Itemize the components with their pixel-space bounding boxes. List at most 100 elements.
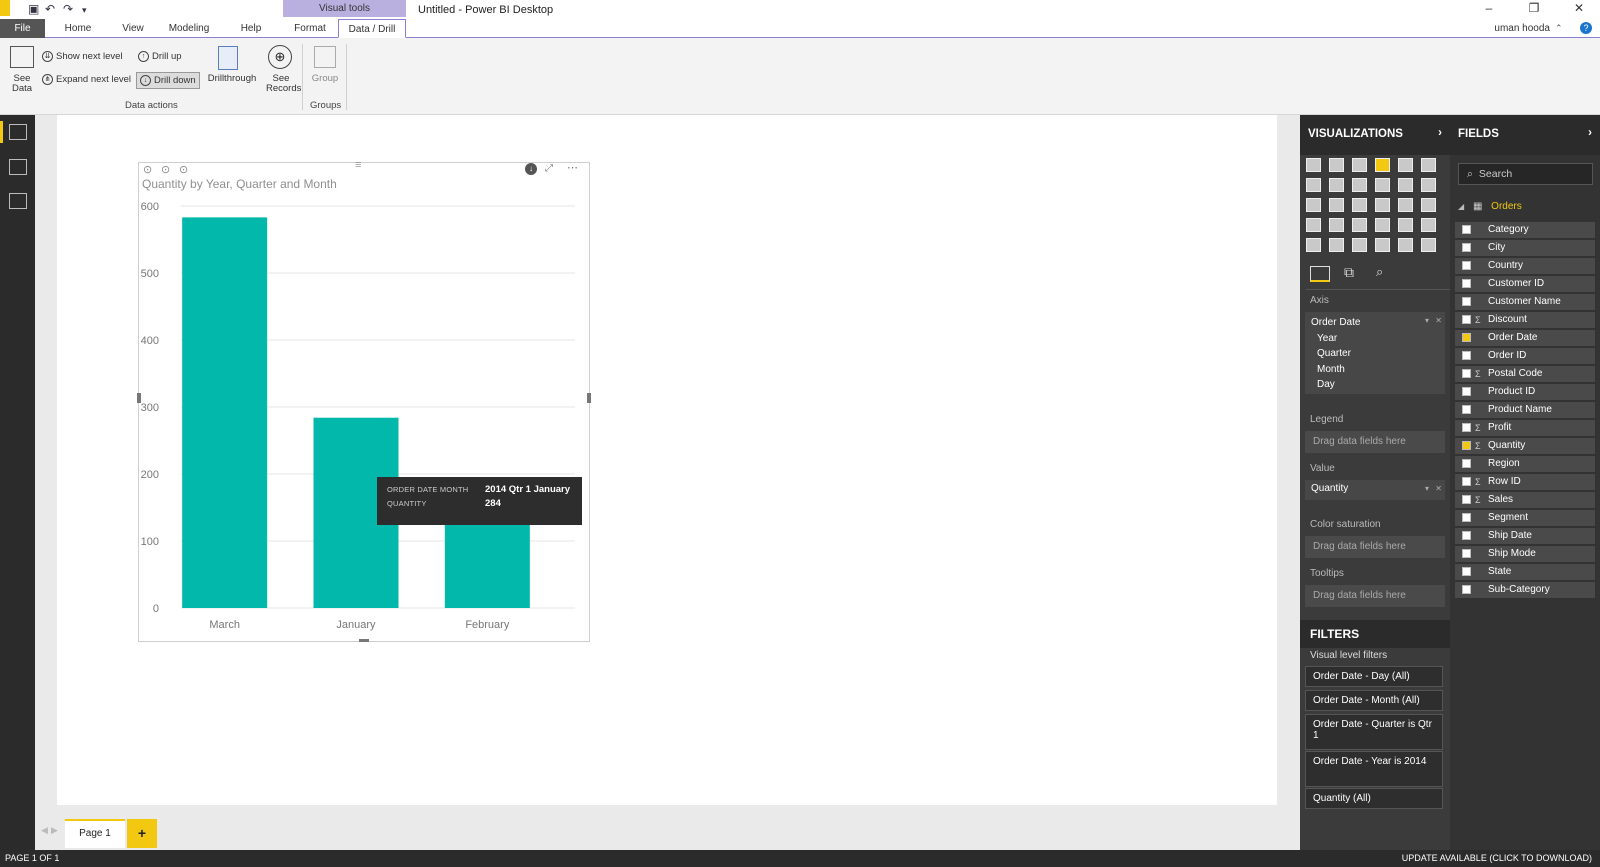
user-name[interactable]: uman hooda	[1494, 23, 1550, 34]
field-checkbox[interactable]	[1462, 549, 1471, 558]
resize-handle-left[interactable]	[137, 393, 141, 403]
see-records-button[interactable]: See Records	[266, 74, 301, 94]
column-chart-visual[interactable]: ⊙ ⊙ ⊙ ≡ ↓ ⤢ ⋯ Quantity by Year, Quarter …	[137, 159, 591, 642]
tab-modeling[interactable]: Modeling	[164, 19, 214, 38]
visual-type-icon[interactable]	[1421, 238, 1436, 252]
axis-sub-year[interactable]: Year	[1317, 333, 1337, 344]
help-icon[interactable]: ?	[1580, 22, 1592, 34]
resize-handle-bottom[interactable]	[359, 639, 369, 642]
legend-drop-zone[interactable]: Drag data fields here	[1305, 431, 1445, 453]
field-checkbox[interactable]	[1462, 243, 1471, 252]
close-icon[interactable]: ✕	[1568, 1, 1590, 15]
visual-type-icon[interactable]	[1329, 218, 1344, 232]
field-checkbox[interactable]	[1462, 567, 1471, 576]
axis-sub-month[interactable]: Month	[1317, 364, 1345, 375]
bar-march[interactable]	[182, 217, 268, 608]
axis-well[interactable]: Order Date ▾ ✕ Year Quarter Month Day	[1305, 312, 1445, 394]
field-item[interactable]: Σ Postal Code	[1455, 366, 1595, 382]
drill-mode-icon[interactable]: ↓	[525, 163, 537, 175]
dropdown-icon[interactable]: ▾	[1425, 316, 1429, 325]
tab-home[interactable]: Home	[60, 19, 96, 38]
visual-type-icon[interactable]	[1375, 218, 1390, 232]
field-item[interactable]: Region	[1455, 456, 1595, 472]
field-item[interactable]: Σ Row ID	[1455, 474, 1595, 490]
dropdown-icon[interactable]: ▾	[1425, 484, 1429, 493]
visual-type-icon[interactable]	[1306, 158, 1321, 172]
group-button[interactable]: Group	[310, 74, 340, 84]
analytics-magnifier-icon[interactable]: ⌕	[1376, 264, 1383, 280]
visual-type-icon[interactable]	[1352, 218, 1367, 232]
visual-type-icon[interactable]	[1306, 198, 1321, 212]
visual-type-icon[interactable]	[1375, 238, 1390, 252]
color-saturation-drop-zone[interactable]: Drag data fields here	[1305, 536, 1445, 558]
filter-order-date-quarter[interactable]: Order Date - Quarter is Qtr 1	[1305, 714, 1443, 750]
collapse-ribbon-icon[interactable]: ⌃	[1555, 23, 1563, 34]
field-checkbox[interactable]	[1462, 459, 1471, 468]
drill-up-button[interactable]: ↑ Drill up	[138, 51, 182, 62]
visual-type-icon[interactable]	[1375, 158, 1390, 172]
restore-icon[interactable]: ❐	[1523, 1, 1545, 15]
visual-type-icon[interactable]	[1375, 178, 1390, 192]
minimize-icon[interactable]: –	[1478, 1, 1500, 15]
drillthrough-button[interactable]: Drillthrough	[204, 74, 260, 84]
visual-type-icon[interactable]	[1352, 178, 1367, 192]
collapse-fields-icon[interactable]: ›	[1588, 127, 1592, 139]
field-item[interactable]: Ship Mode	[1455, 546, 1595, 562]
field-item[interactable]: Σ Profit	[1455, 420, 1595, 436]
field-item[interactable]: Ship Date	[1455, 528, 1595, 544]
visual-type-icon[interactable]	[1398, 158, 1413, 172]
collapse-visualizations-icon[interactable]: ›	[1438, 127, 1442, 139]
field-checkbox[interactable]	[1462, 423, 1471, 432]
tab-help[interactable]: Help	[234, 19, 268, 38]
visual-type-icon[interactable]	[1421, 158, 1436, 172]
field-checkbox[interactable]	[1462, 513, 1471, 522]
report-view-icon[interactable]	[9, 124, 27, 140]
field-item[interactable]: Σ Discount	[1455, 312, 1595, 328]
tab-file[interactable]: File	[0, 19, 45, 38]
add-page-button[interactable]: +	[127, 819, 157, 848]
visual-type-icon[interactable]	[1398, 238, 1413, 252]
remove-icon[interactable]: ✕	[1435, 484, 1442, 493]
field-item[interactable]: Customer ID	[1455, 276, 1595, 292]
save-icon[interactable]: ▣	[28, 2, 39, 16]
bar-february[interactable]	[444, 520, 530, 608]
field-checkbox[interactable]	[1462, 333, 1471, 342]
field-checkbox[interactable]	[1462, 279, 1471, 288]
field-item[interactable]: Category	[1455, 222, 1595, 238]
visual-drill-up-icon[interactable]: ⊙	[143, 163, 152, 176]
field-item[interactable]: Product Name	[1455, 402, 1595, 418]
field-item[interactable]: Order ID	[1455, 348, 1595, 364]
field-item[interactable]: Country	[1455, 258, 1595, 274]
visual-next-level-icon[interactable]: ⊙	[161, 163, 170, 176]
visual-type-icon[interactable]	[1306, 238, 1321, 252]
visual-type-icon[interactable]	[1329, 158, 1344, 172]
tab-data-drill[interactable]: Data / Drill	[338, 19, 406, 38]
visual-drag-handle-icon[interactable]: ≡	[355, 159, 361, 171]
focus-mode-icon[interactable]: ⤢	[545, 163, 553, 174]
drill-down-button[interactable]: ↓ Drill down	[136, 72, 200, 89]
field-checkbox[interactable]	[1462, 441, 1471, 450]
show-next-level-button[interactable]: ⇊ Show next level	[42, 51, 123, 62]
filter-order-date-year[interactable]: Order Date - Year is 2014	[1305, 751, 1443, 787]
visual-type-icon[interactable]	[1421, 178, 1436, 192]
visual-type-icon[interactable]	[1421, 218, 1436, 232]
field-item[interactable]: City	[1455, 240, 1595, 256]
field-checkbox[interactable]	[1462, 387, 1471, 396]
table-orders[interactable]: ◢ ▦ Orders	[1458, 201, 1522, 212]
field-item[interactable]: Σ Quantity	[1455, 438, 1595, 454]
visual-type-icon[interactable]	[1398, 218, 1413, 232]
update-available-link[interactable]: UPDATE AVAILABLE (CLICK TO DOWNLOAD)	[1402, 850, 1592, 867]
field-item[interactable]: Σ Sales	[1455, 492, 1595, 508]
more-options-icon[interactable]: ⋯	[567, 161, 578, 174]
field-checkbox[interactable]	[1462, 351, 1471, 360]
visual-type-icon[interactable]	[1329, 238, 1344, 252]
visual-type-icon[interactable]	[1352, 158, 1367, 172]
field-checkbox[interactable]	[1462, 405, 1471, 414]
resize-handle-right[interactable]	[587, 393, 591, 403]
see-data-button[interactable]: See Data	[8, 74, 36, 94]
visual-type-icon[interactable]	[1421, 198, 1436, 212]
visual-type-icon[interactable]	[1398, 178, 1413, 192]
visual-type-icon[interactable]	[1306, 178, 1321, 192]
field-checkbox[interactable]	[1462, 495, 1471, 504]
field-checkbox[interactable]	[1462, 315, 1471, 324]
